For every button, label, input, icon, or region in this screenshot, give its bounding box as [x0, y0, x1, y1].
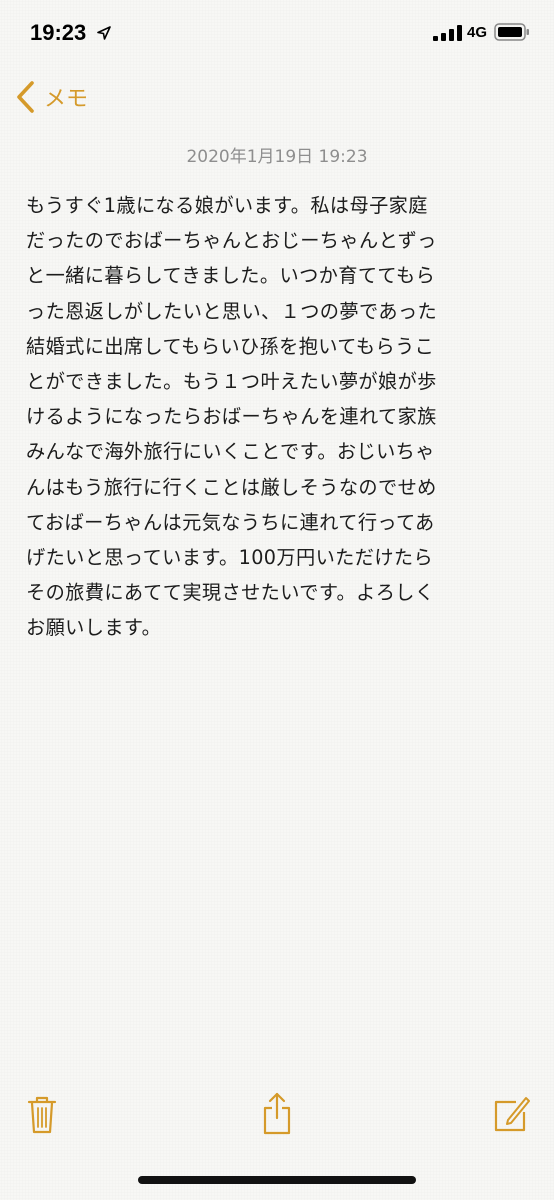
- status-bar: 19:23 4G: [0, 0, 554, 64]
- note-line: とができました。もう１つ叶えたい夢が娘が歩: [26, 369, 437, 393]
- note-line: みんなで海外旅行にいくことです。おじいちゃ: [26, 440, 435, 464]
- note-date: 2020年1月19日 19:23: [186, 147, 368, 167]
- note-line: ておばーちゃんは元気なうちに連れて行ってあ: [26, 510, 435, 534]
- note-body[interactable]: もうすぐ1歳になる娘がいます。私は母子家庭 だったのでおばーちゃんとおじーちゃん…: [26, 188, 526, 645]
- compose-icon: [494, 1097, 530, 1132]
- note-line: 結婚式に出席してもらいひ孫を抱いてもらうこ: [26, 334, 435, 358]
- chevron-left-icon: [17, 81, 34, 113]
- note-line: だったのでおばーちゃんとおじーちゃんとずっ: [26, 229, 437, 253]
- trash-icon: [27, 1096, 57, 1134]
- location-arrow-icon: [97, 26, 111, 40]
- note-line: けるようになったらおばーちゃんを連れて家族: [26, 405, 437, 429]
- cellular-signal-icon: [433, 25, 462, 41]
- share-icon: [263, 1092, 291, 1135]
- note-line: った恩返しがしたいと思い、１つの夢であった: [26, 299, 438, 323]
- back-button[interactable]: メモ: [14, 80, 88, 114]
- battery-icon: [494, 23, 529, 41]
- share-button[interactable]: [255, 1090, 299, 1142]
- note-line: もうすぐ1歳になる娘がいます。私は母子家庭: [26, 194, 428, 217]
- note-line: その旅費にあてて実現させたいです。よろしく: [26, 581, 435, 605]
- status-time: 19:23: [30, 20, 87, 45]
- note-line: んはもう旅行に行くことは厳しそうなのでせめ: [26, 475, 437, 499]
- home-indicator[interactable]: [138, 1176, 416, 1184]
- note-line: げたいと思っています。100万円いただけたら: [26, 545, 434, 569]
- delete-button[interactable]: [20, 1090, 64, 1142]
- network-type: 4G: [467, 24, 488, 41]
- back-button-label: メモ: [44, 87, 89, 112]
- note-line: お願いします。: [26, 616, 162, 640]
- bottom-toolbar: [0, 1090, 554, 1150]
- compose-button[interactable]: [490, 1090, 534, 1142]
- note-line: と一緒に暮らしてきました。いつか育ててもら: [26, 264, 436, 288]
